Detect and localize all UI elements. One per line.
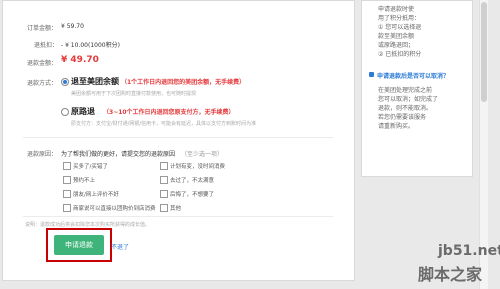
deduction-label: 退抵扣：: [34, 42, 59, 49]
refund-form-panel: 订单金额： ¥ 59.70 退抵扣： - ¥ 10.00(1000积分) 退款金…: [2, 0, 355, 281]
reason-label-3[interactable]: 预约不上: [73, 176, 95, 184]
faq-answer-3: 退款，则不能取消。: [378, 105, 433, 112]
sidebar-line-4: 款至美团余额: [378, 33, 415, 40]
sidebar-faq-panel: 申请退款时使 用了积分抵用： ① 您可以选择退 款至美团余额 或原路退回； ② …: [361, 0, 473, 177]
sidebar-line-1: 申请退款时使: [378, 6, 415, 13]
reason-label-4[interactable]: 去过了，不太满意: [170, 176, 214, 184]
refund-original-title[interactable]: 原路退: [71, 106, 95, 117]
reason-label-8[interactable]: 其他: [170, 204, 181, 212]
refund-original-radio[interactable]: [61, 108, 69, 116]
reason-checkbox-7[interactable]: [63, 204, 71, 212]
refund-reason-label: 退款原因：: [27, 151, 58, 158]
faq-answer-4: 若您仍需要该服务: [378, 114, 427, 121]
refund-original-note: （3~10个工作日内退回您原支付方，无手续费）: [103, 109, 235, 116]
reason-label-6[interactable]: 后悔了，不想要了: [170, 190, 214, 198]
scrollbar-thumb[interactable]: [481, 2, 487, 102]
sidebar-line-6: ② 已抵扣的积分: [378, 51, 422, 58]
faq-answer-1: 在美团处理完成之前: [378, 87, 433, 94]
deduction-value: - ¥ 10.00(1000积分): [61, 42, 120, 49]
reason-checkbox-3[interactable]: [63, 176, 71, 184]
reason-checkbox-2[interactable]: [160, 162, 168, 170]
reason-checkbox-4[interactable]: [160, 176, 168, 184]
highlight-annotation: [46, 228, 112, 262]
reason-checkbox-5[interactable]: [63, 190, 71, 198]
divider: [23, 137, 333, 138]
sidebar-line-2: 用了积分抵用：: [378, 15, 421, 22]
faq-answer-2: 您可以取消；如完成了: [378, 96, 439, 103]
cancel-link[interactable]: 不退了: [111, 242, 129, 251]
refund-to-balance-note: （1个工作日内退回您的美团余额，无手续费）: [121, 79, 246, 86]
reason-label-5[interactable]: 朋友/网上评价不好: [73, 190, 119, 198]
sidebar-line-5: 或原路退回；: [378, 42, 415, 49]
faq-question[interactable]: 申请退款后是否可以取消？: [377, 71, 449, 80]
watermark-site: jb51.net: [438, 243, 500, 259]
reason-checkbox-6[interactable]: [160, 190, 168, 198]
refund-notice: 说明：退款成功后将会扣除您本次购买所获得的成长值。: [25, 222, 151, 228]
refund-amount-value: ¥ 49.70: [61, 55, 99, 65]
question-icon: [369, 72, 374, 77]
refund-to-balance-title[interactable]: 退至美团余额: [71, 76, 119, 87]
watermark-brand: 脚本之家: [418, 265, 483, 284]
refund-reason-hint: （至少选一项）: [181, 151, 224, 158]
refund-original-desc: 原支付方：支付宝/财付通/网银/信用卡，可能会有延迟，具体以支付方到账时间为准: [71, 121, 257, 127]
reason-label-2[interactable]: 计划有变，没时间消费: [170, 162, 225, 170]
refund-amount-label: 退款金额：: [27, 60, 58, 67]
order-amount-value: ¥ 59.70: [61, 23, 84, 30]
refund-to-balance-radio[interactable]: [61, 78, 69, 86]
refund-to-balance-desc: 美团余额可用于下次团购时直接付款使用，也可随时提现: [71, 91, 197, 97]
faq-answer-5: 请重新购买。: [378, 123, 415, 130]
sidebar-line-3: ① 您可以选择退: [378, 24, 422, 31]
order-amount-label: 订单金额：: [27, 25, 58, 32]
reason-checkbox-8[interactable]: [160, 204, 168, 212]
refund-reason-prompt: 为了帮我们做的更好，请提交您的退款原因: [61, 151, 176, 158]
reason-checkbox-1[interactable]: [63, 162, 71, 170]
divider-2: [23, 216, 333, 217]
reason-label-7[interactable]: 商家说可以直接以团购价到店消费: [73, 204, 156, 212]
reason-label-1[interactable]: 买多了/买错了: [73, 162, 108, 170]
refund-method-label: 退款方式：: [27, 80, 58, 87]
